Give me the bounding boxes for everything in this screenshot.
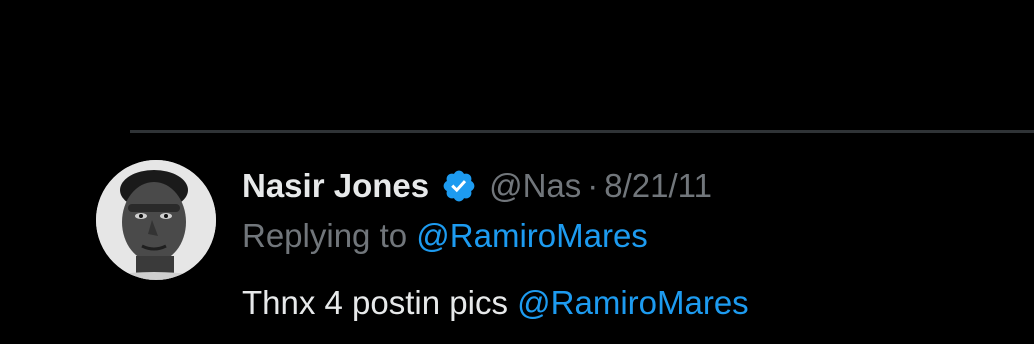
reply-label: Replying to [242,217,417,254]
tweet-text-plain: Thnx 4 postin pics [242,284,518,321]
tweet-date[interactable]: 8/21/11 [604,167,712,205]
thread-divider [130,130,1034,133]
tweet-header: Nasir Jones @Nas · 8/21/11 [242,162,1034,210]
reply-to-mention[interactable]: @RamiroMares [416,217,648,254]
tweet-text-mention[interactable]: @RamiroMares [517,284,749,321]
profile-photo [96,160,216,280]
separator: · [587,167,599,204]
handle[interactable]: @Nas [489,167,581,205]
tweet: Nasir Jones @Nas · 8/21/11 Replying to @… [242,162,1034,332]
replying-to: Replying to @RamiroMares [242,217,1034,265]
verified-badge-icon[interactable] [441,168,477,204]
display-name[interactable]: Nasir Jones [242,167,429,205]
tweet-text: Thnx 4 postin pics @RamiroMares [242,284,1034,332]
avatar[interactable] [96,160,216,280]
